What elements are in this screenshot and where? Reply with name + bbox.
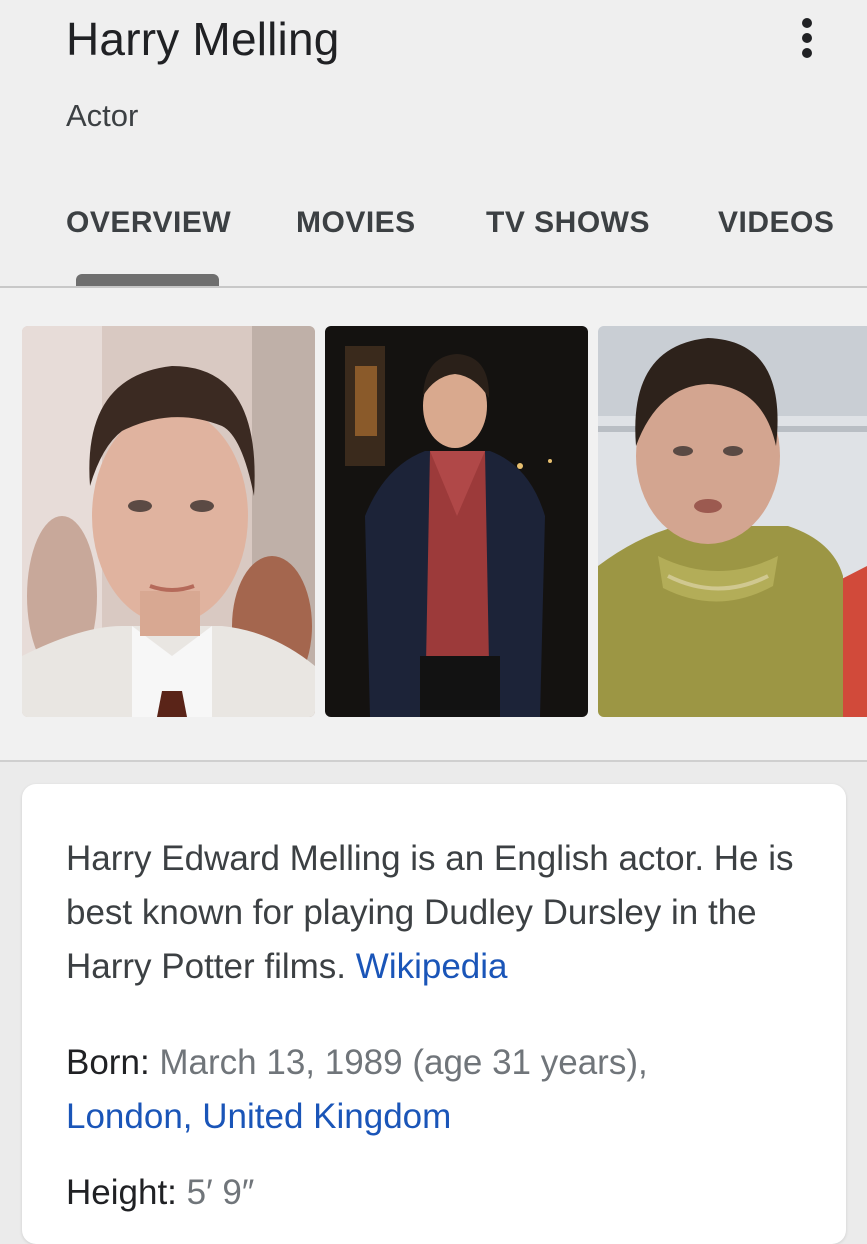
photo-thumbnail[interactable] <box>325 326 588 717</box>
tab-tv-shows[interactable]: TV SHOWS <box>486 206 650 240</box>
photo-thumbnail[interactable] <box>22 326 315 717</box>
image-carousel <box>0 288 867 762</box>
birthplace-link[interactable]: London, United Kingdom <box>66 1097 451 1136</box>
fact-born-label: Born <box>66 1043 140 1082</box>
tab-videos[interactable]: VIDEOS <box>718 206 834 240</box>
fact-born: Born: March 13, 1989 (age 31 years), Lon… <box>66 1043 648 1136</box>
tab-selected-indicator <box>76 274 219 286</box>
fact-born-value: March 13, 1989 (age 31 years), <box>159 1043 648 1082</box>
tab-bar: OVERVIEW MOVIES TV SHOWS VIDEOS <box>0 200 867 288</box>
fact-height-label: Height <box>66 1173 168 1212</box>
entity-description: Harry Edward Melling is an English actor… <box>66 832 826 994</box>
entity-subtitle: Actor <box>66 98 139 133</box>
more-vert-icon[interactable] <box>788 12 828 64</box>
fact-height-value: 5′ 9″ <box>186 1173 255 1212</box>
entity-title: Harry Melling <box>66 13 340 65</box>
description-card: Harry Edward Melling is an English actor… <box>22 784 846 1244</box>
fact-height: Height: 5′ 9″ <box>66 1173 255 1212</box>
tab-overview[interactable]: OVERVIEW <box>66 206 231 240</box>
photo-thumbnail[interactable] <box>598 326 867 717</box>
wikipedia-link[interactable]: Wikipedia <box>356 947 508 986</box>
knowledge-panel-header: Harry Melling Actor OVERVIEW MOVIES TV S… <box>0 0 867 288</box>
tab-movies[interactable]: MOVIES <box>296 206 416 240</box>
